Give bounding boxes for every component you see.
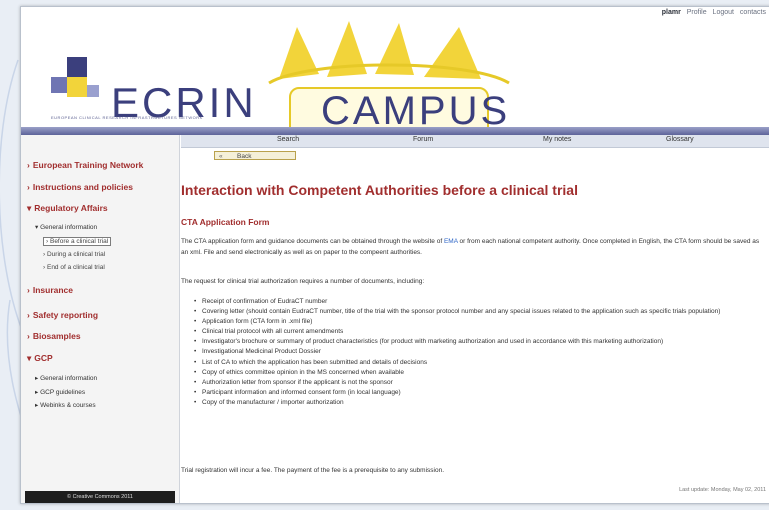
list-item: Covering letter (should contain EudraCT … bbox=[194, 307, 769, 317]
list-item: Participant information and informed con… bbox=[194, 388, 769, 398]
sidebar-gcp-guidelines[interactable]: ▸ GCP guidelines bbox=[35, 388, 85, 396]
sidebar: › European Training Network › Instructions… bbox=[21, 135, 180, 503]
copyright-footer: © Creative Commons 2011 bbox=[25, 491, 175, 503]
ema-link[interactable]: EMA bbox=[444, 238, 458, 245]
back-button[interactable]: « Back bbox=[214, 151, 296, 160]
list-item: List of CA to which the application has … bbox=[194, 358, 769, 368]
documents-list: Receipt of confirmation of EudraCT numbe… bbox=[181, 297, 769, 408]
sidebar-sub-end-of-a-clinical-trial[interactable]: › End of a clinical trial bbox=[43, 264, 105, 271]
username: plamr bbox=[661, 9, 681, 16]
sidebar-sub-general-information[interactable]: ▾ General information bbox=[35, 223, 97, 231]
list-item: Copy of ethics committee opinion in the … bbox=[194, 368, 769, 378]
top-links: plamr Profile Logout contacts bbox=[658, 9, 766, 16]
intro-paragraph: The CTA application form and guidance do… bbox=[181, 238, 760, 256]
sidebar-sub-before-a-clinical-trial[interactable]: › Before a clinical trial bbox=[43, 237, 112, 246]
sidebar-gcp-weblinks-courses[interactable]: ▸ Webinks & courses bbox=[35, 401, 96, 409]
double-chevron-left-icon: « bbox=[219, 153, 223, 160]
contacts-link[interactable]: contacts bbox=[740, 9, 766, 16]
profile-link[interactable]: Profile bbox=[687, 9, 707, 16]
list-item: Application form (CTA form in .xml file) bbox=[194, 317, 769, 327]
page-title: Interaction with Competent Authorities b… bbox=[181, 182, 578, 198]
list-item: Investigator's brochure or summary of pr… bbox=[194, 337, 769, 347]
list-item: Authorization letter from sponsor if the… bbox=[194, 378, 769, 388]
browser-page: plamr Profile Logout contacts ECRIN EURO… bbox=[20, 6, 769, 504]
header-band bbox=[21, 127, 769, 135]
sidebar-item-insurance[interactable]: › Insurance bbox=[27, 285, 73, 295]
sidebar-item-regulatory-affairs[interactable]: ▾ Regulatory Affairs bbox=[27, 203, 108, 214]
list-item: Receipt of confirmation of EudraCT numbe… bbox=[194, 297, 769, 307]
sidebar-item-biosamples[interactable]: › Biosamples bbox=[27, 331, 81, 341]
sidebar-gcp-general-information[interactable]: ▸ General information bbox=[35, 374, 97, 382]
nav-forum[interactable]: Forum bbox=[413, 136, 433, 143]
nav-glossary[interactable]: Glossary bbox=[666, 136, 694, 143]
sidebar-item-safety-reporting[interactable]: › Safety reporting bbox=[27, 310, 98, 320]
sidebar-sub-during-a-clinical-trial[interactable]: › During a clinical trial bbox=[43, 251, 105, 258]
ecrin-logo-mark bbox=[51, 57, 99, 107]
fee-paragraph: Trial registration will incur a fee. The… bbox=[181, 467, 445, 474]
list-item: Copy of the manufacturer / importer auth… bbox=[194, 398, 769, 408]
nav-search[interactable]: Search bbox=[277, 136, 299, 143]
nav-my-notes[interactable]: My notes bbox=[543, 136, 571, 143]
logout-link[interactable]: Logout bbox=[713, 9, 734, 16]
list-item: Investigational Medicinal Product Dossie… bbox=[194, 347, 769, 357]
documents-intro: The request for clinical trial authoriza… bbox=[181, 278, 425, 285]
ecrin-tagline: EUROPEAN CLINICAL RESEARCH INFRASTRUCTUR… bbox=[51, 115, 203, 120]
back-button-label: Back bbox=[237, 153, 252, 160]
section-subtitle: CTA Application Form bbox=[181, 217, 270, 227]
last-update: Last update: Monday, May 02, 2011 bbox=[679, 487, 766, 493]
list-item: Clinical trial protocol with all current… bbox=[194, 327, 769, 337]
sidebar-item-european-training-network[interactable]: › European Training Network bbox=[27, 160, 143, 170]
sidebar-item-instructions-and-policies[interactable]: › Instructions and policies bbox=[27, 182, 133, 192]
sidebar-item-gcp[interactable]: ▾ GCP bbox=[27, 353, 53, 364]
top-nav: Search Forum My notes Glossary bbox=[181, 135, 769, 148]
site-header: ECRIN EUROPEAN CLINICAL RESEARCH INFRAST… bbox=[21, 19, 769, 137]
